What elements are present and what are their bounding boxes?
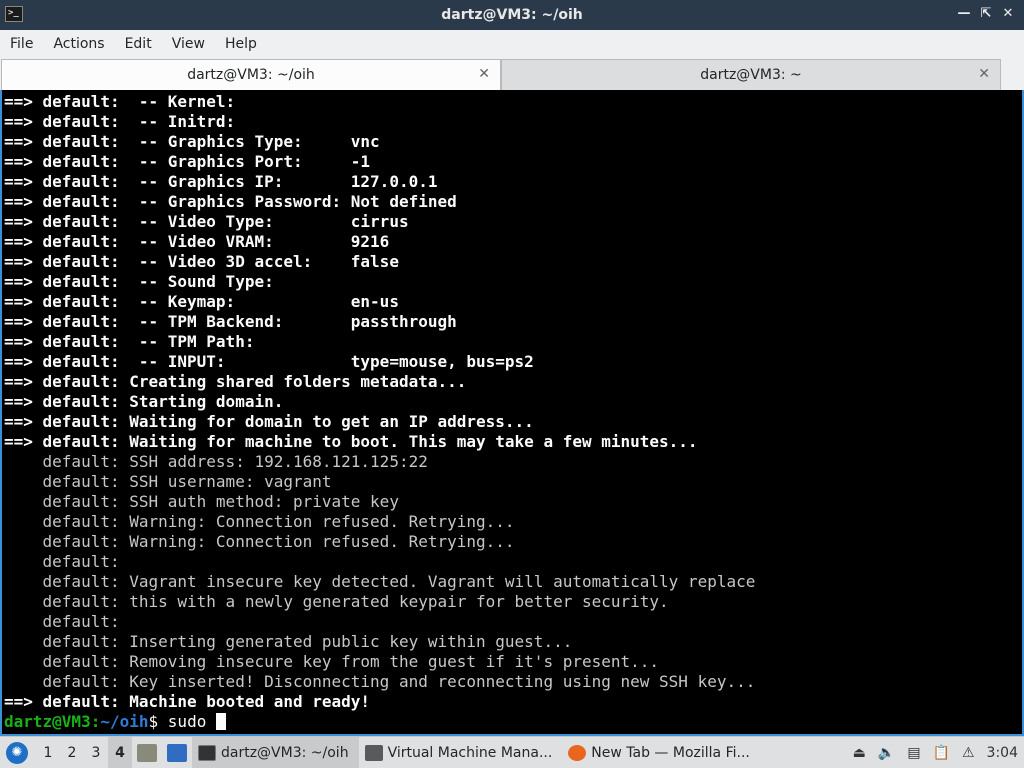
menu-bar: File Actions Edit View Help [0, 30, 1024, 57]
volume-icon[interactable]: 🔈 [878, 745, 895, 761]
terminal-line: ==> default: Starting domain. [4, 392, 284, 411]
prompt-separator: : [90, 712, 101, 731]
terminal-line: ==> default: -- Graphics Type: vnc [4, 132, 380, 151]
terminal-line: ==> default: -- Video VRAM: 9216 [4, 232, 390, 251]
terminal-line: ==> default: -- Sound Type: [4, 272, 274, 291]
desktop-icon[interactable] [167, 743, 187, 762]
task-firefox[interactable]: New Tab — Mozilla Fi... [562, 737, 760, 768]
terminal-line: default: Warning: Connection refused. Re… [4, 532, 515, 551]
terminal-line: ==> default: -- Keymap: en-us [4, 292, 399, 311]
terminal-line: ==> default: Machine booted and ready! [4, 692, 371, 711]
terminal-line: ==> default: -- TPM Backend: passthrough [4, 312, 457, 331]
task-terminal[interactable]: dartz@VM3: ~/oih [192, 736, 359, 768]
eject-icon[interactable]: ⏏ [853, 745, 866, 761]
terminal-line: ==> default: -- Kernel: [4, 92, 236, 111]
virt-manager-icon [364, 744, 383, 761]
terminal-line: default: Removing insecure key from the … [4, 652, 660, 671]
terminal-icon [198, 744, 216, 761]
terminal-output[interactable]: ==> default: -- Kernel: ==> default: -- I… [0, 90, 1024, 736]
menu-actions[interactable]: Actions [43, 36, 114, 52]
workspace-4[interactable]: 4 [108, 736, 132, 768]
terminal-line: ==> default: Waiting for domain to get a… [4, 412, 534, 431]
tab-label: dartz@VM3: ~ [700, 67, 802, 83]
terminal-line: ==> default: -- Video 3D accel: false [4, 252, 399, 271]
terminal-line: ==> default: -- Initrd: [4, 112, 236, 131]
terminal-line: default: Vagrant insecure key detected. … [4, 572, 756, 591]
terminal-line: default: [4, 552, 120, 571]
clock[interactable]: 3:04 [987, 745, 1018, 761]
terminal-line: ==> default: -- TPM Path: [4, 332, 255, 351]
tab-label: dartz@VM3: ~/oih [187, 67, 315, 83]
menu-view[interactable]: View [162, 36, 215, 52]
clipboard-icon[interactable]: 📋 [933, 745, 950, 761]
terminal-icon[interactable]: >_ [5, 6, 23, 22]
firefox-icon [568, 744, 587, 761]
terminal-line: default: SSH address: 192.168.121.125:22 [4, 452, 428, 471]
title-bar: >_ dartz@VM3: ~/oih — ⇱ ✕ [0, 0, 1024, 30]
menu-help[interactable]: Help [215, 36, 267, 52]
terminal-line: ==> default: -- Video Type: cirrus [4, 212, 409, 231]
close-icon[interactable]: ✕ [478, 66, 490, 82]
terminal-line: ==> default: Waiting for machine to boot… [4, 432, 698, 451]
tab-oih[interactable]: dartz@VM3: ~/oih ✕ [1, 59, 501, 90]
command-prompt[interactable]: dartz@VM3:~/oih$ sudo [4, 712, 1022, 732]
terminal-line: default: Inserting generated public key … [4, 632, 573, 651]
task-label: New Tab — Mozilla Fi... [591, 744, 750, 761]
task-virt-manager[interactable]: Virtual Machine Mana... [359, 737, 563, 768]
terminal-line: default: SSH username: vagrant [4, 472, 332, 491]
window-title: dartz@VM3: ~/oih [441, 7, 583, 23]
terminal-line: ==> default: -- Graphics IP: 127.0.0.1 [4, 172, 438, 191]
tab-home[interactable]: dartz@VM3: ~ ✕ [501, 59, 1001, 90]
terminal-line: ==> default: -- Graphics Password: Not d… [4, 192, 457, 211]
workspace-1[interactable]: 1 [36, 745, 60, 761]
network-icon[interactable]: ▤ [907, 745, 920, 761]
terminal-line: ==> default: -- Graphics Port: -1 [4, 152, 371, 171]
terminal-line: default: Warning: Connection refused. Re… [4, 512, 515, 531]
taskbar: ✺ 1 2 3 4 dartz@VM3: ~/oih Virtual Machi… [0, 736, 1024, 768]
prompt-user: dartz@VM3 [4, 712, 91, 731]
terminal-line: ==> default: Creating shared folders met… [4, 372, 467, 391]
close-icon[interactable]: ✕ [978, 66, 990, 82]
prompt-path: ~/oih [100, 712, 149, 731]
task-label: dartz@VM3: ~/oih [221, 744, 349, 761]
workspace-2[interactable]: 2 [60, 745, 84, 761]
file-manager-icon[interactable] [137, 743, 157, 762]
close-icon[interactable]: ✕ [1000, 5, 1016, 23]
terminal-line: default: this with a newly generated key… [4, 592, 669, 611]
menu-edit[interactable]: Edit [115, 36, 162, 52]
start-menu-icon[interactable]: ✺ [6, 741, 28, 764]
terminal-line: default: Key inserted! Disconnecting and… [4, 672, 756, 691]
terminal-line: default: [4, 612, 120, 631]
task-label: Virtual Machine Mana... [387, 744, 553, 761]
terminal-line: default: SSH auth method: private key [4, 492, 399, 511]
command-input[interactable]: sudo [168, 712, 207, 731]
tab-bar: dartz@VM3: ~/oih ✕ dartz@VM3: ~ ✕ [0, 57, 1024, 90]
menu-file[interactable]: File [0, 36, 43, 52]
workspace-3[interactable]: 3 [84, 745, 108, 761]
terminal-line: ==> default: -- INPUT: type=mouse, bus=p… [4, 352, 534, 371]
notification-icon[interactable]: ⚠ [962, 745, 975, 761]
prompt-symbol: $ [148, 712, 159, 731]
maximize-icon[interactable]: ⇱ [978, 5, 994, 23]
minimize-icon[interactable]: — [956, 5, 972, 23]
text-cursor [215, 713, 226, 730]
